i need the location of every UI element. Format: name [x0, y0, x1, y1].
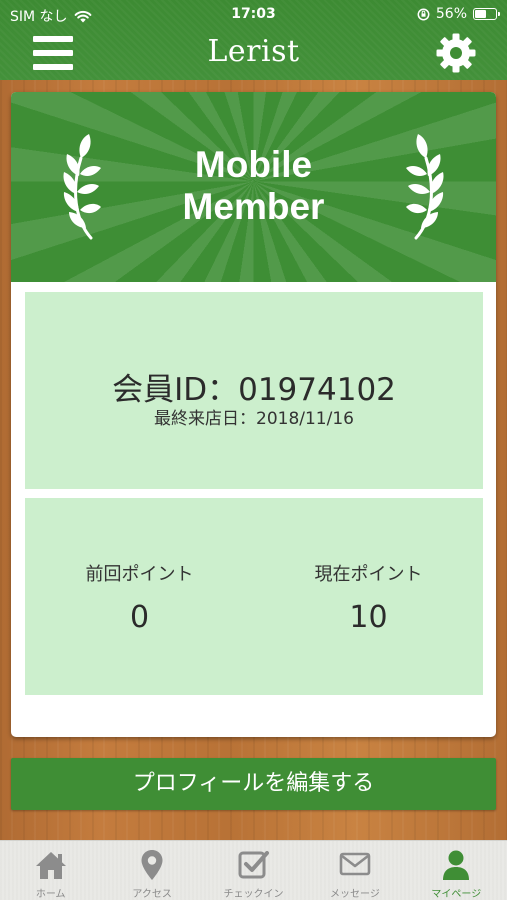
- tab-mypage[interactable]: マイページ: [406, 841, 507, 900]
- tab-bar: ホーム アクセス チェックイン メッセージ マイページ: [0, 840, 507, 900]
- orientation-lock-icon: [417, 8, 430, 20]
- member-card: Mobile Member 会員ID：01974102 最終来店日：2018/1…: [11, 92, 496, 737]
- battery-icon: [473, 8, 500, 20]
- current-points-label: 現在ポイント: [314, 564, 423, 585]
- card-banner: Mobile Member: [11, 92, 496, 282]
- previous-points-label: 前回ポイント: [85, 564, 194, 585]
- tab-messages-label: メッセージ: [330, 889, 380, 900]
- battery-percent: 56%: [435, 6, 467, 22]
- status-bar: SIM なし 17:03 56%: [0, 0, 507, 28]
- map-pin-icon: [141, 850, 163, 880]
- previous-points: 前回ポイント 0: [25, 560, 254, 635]
- last-visit-date: 最終来店日：2018/11/16: [154, 409, 354, 429]
- edit-profile-button[interactable]: プロフィールを編集する: [11, 758, 496, 810]
- tab-home-label: ホーム: [35, 889, 66, 900]
- tab-access-label: アクセス: [132, 889, 172, 900]
- laurel-right-icon: [406, 134, 444, 240]
- current-points-value: 10: [349, 600, 388, 635]
- tab-access[interactable]: アクセス: [101, 841, 202, 900]
- envelope-icon: [339, 852, 371, 876]
- member-id-panel: 会員ID：01974102 最終来店日：2018/11/16: [25, 292, 483, 489]
- home-icon: [35, 852, 66, 879]
- tab-checkin[interactable]: チェックイン: [203, 841, 304, 900]
- app-title: Lerist: [207, 34, 300, 69]
- current-points: 現在ポイント 10: [254, 560, 483, 635]
- tab-checkin-label: チェックイン: [223, 889, 284, 900]
- member-id: 会員ID：01974102: [112, 372, 396, 408]
- nav-bar: Lerist: [0, 28, 507, 78]
- gear-icon[interactable]: [435, 32, 477, 74]
- battery-level: [475, 10, 486, 18]
- status-right: 56%: [417, 6, 500, 22]
- points-panel: 前回ポイント 0 現在ポイント 10: [25, 498, 483, 695]
- top-bar: SIM なし 17:03 56% Lerist: [0, 0, 507, 80]
- user-icon: [443, 850, 470, 880]
- tab-home[interactable]: ホーム: [0, 841, 101, 900]
- previous-points-value: 0: [129, 600, 150, 635]
- tab-messages[interactable]: メッセージ: [304, 841, 405, 900]
- tab-mypage-label: マイページ: [431, 889, 482, 900]
- checkbox-icon: [238, 851, 269, 879]
